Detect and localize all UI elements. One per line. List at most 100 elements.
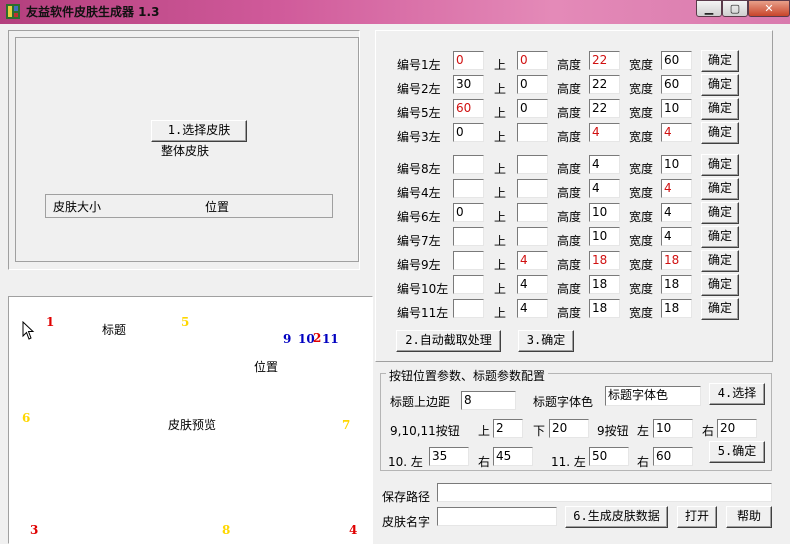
auto-capture-button[interactable]: 2.自动截取处理 — [396, 330, 501, 352]
skin-preview-label: 皮肤预览 — [168, 418, 217, 432]
row-confirm-button[interactable]: 确定 — [701, 122, 739, 144]
btn9-left-input[interactable]: 10 — [653, 419, 693, 438]
row-left-input[interactable]: 60 — [453, 99, 484, 118]
open-button[interactable]: 打开 — [677, 506, 717, 528]
row-left-input[interactable] — [453, 251, 484, 270]
confirm-3-button[interactable]: 3.确定 — [518, 330, 574, 352]
close-button[interactable]: ✕ — [748, 0, 790, 17]
row-left-input[interactable] — [453, 179, 484, 198]
row-width-input[interactable]: 4 — [661, 179, 692, 198]
row-top-label: 上 — [494, 130, 507, 144]
skin-name-label: 皮肤名字 — [382, 515, 431, 529]
minimize-button[interactable]: ▁ — [696, 0, 722, 17]
row-left-input[interactable]: 30 — [453, 75, 484, 94]
confirm-5-button[interactable]: 5.确定 — [709, 441, 765, 463]
row-height-input[interactable]: 4 — [589, 179, 620, 198]
row-width-input[interactable]: 60 — [661, 51, 692, 70]
row-left-input[interactable]: 0 — [453, 123, 484, 142]
row-height-input[interactable]: 10 — [589, 203, 620, 222]
row-confirm-button[interactable]: 确定 — [701, 274, 739, 296]
down-input[interactable]: 20 — [549, 419, 589, 438]
row-top-input[interactable]: 0 — [517, 51, 548, 70]
skin-size-table[interactable]: 皮肤大小 位置 — [45, 194, 333, 218]
row-label: 编号1左 — [397, 58, 441, 72]
skin-name-input[interactable] — [437, 507, 557, 526]
row-top-input[interactable]: 4 — [517, 275, 548, 294]
maximize-button[interactable]: ▢ — [722, 0, 748, 17]
row-width-input[interactable]: 10 — [661, 99, 692, 118]
row-height-input[interactable]: 4 — [589, 155, 620, 174]
row-width-label: 宽度 — [629, 282, 654, 296]
title-top-margin-input[interactable]: 8 — [461, 391, 516, 410]
save-path-input[interactable] — [437, 483, 772, 502]
whole-skin-label: 整体皮肤 — [161, 144, 210, 158]
btn9-right-input[interactable]: 20 — [717, 419, 757, 438]
row-width-input[interactable]: 10 — [661, 155, 692, 174]
row-top-input[interactable] — [517, 203, 548, 222]
row-height-input[interactable]: 18 — [589, 275, 620, 294]
row-confirm-button[interactable]: 确定 — [701, 178, 739, 200]
row-left-input[interactable] — [453, 275, 484, 294]
row-height-input[interactable]: 18 — [589, 251, 620, 270]
row-top-input[interactable]: 4 — [517, 251, 548, 270]
select-color-button[interactable]: 4.选择 — [709, 383, 765, 405]
generate-skin-button[interactable]: 6.生成皮肤数据 — [565, 506, 668, 528]
b11-left-input[interactable]: 50 — [589, 447, 629, 466]
row-top-input[interactable] — [517, 155, 548, 174]
title-font-color-swatch[interactable]: 标题字体色 — [605, 386, 701, 406]
row-label: 编号4左 — [397, 186, 441, 200]
row-top-input[interactable]: 0 — [517, 99, 548, 118]
b11-left-label: 11. 左 — [551, 455, 586, 469]
row-width-label: 宽度 — [629, 130, 654, 144]
row-height-input[interactable]: 18 — [589, 299, 620, 318]
row-top-input[interactable] — [517, 179, 548, 198]
b10-right-input[interactable]: 45 — [493, 447, 533, 466]
row-width-input[interactable]: 18 — [661, 299, 692, 318]
row-width-label: 宽度 — [629, 162, 654, 176]
row-height-input[interactable]: 10 — [589, 227, 620, 246]
b10-left-label: 10. 左 — [388, 455, 423, 469]
row-height-label: 高度 — [557, 234, 582, 248]
skin-preview-pane[interactable]: 1 标题 5 9 10 2 11 位置 6 皮肤预览 7 3 8 4 — [8, 296, 373, 544]
marker-9: 9 — [283, 332, 292, 346]
row-left-input[interactable]: 0 — [453, 203, 484, 222]
row-height-input[interactable]: 22 — [589, 75, 620, 94]
help-button[interactable]: 帮助 — [726, 506, 772, 528]
row-top-input[interactable]: 0 — [517, 75, 548, 94]
row-top-label: 上 — [494, 82, 507, 96]
row-height-input[interactable]: 4 — [589, 123, 620, 142]
row-height-label: 高度 — [557, 186, 582, 200]
row-top-input[interactable]: 4 — [517, 299, 548, 318]
row-confirm-button[interactable]: 确定 — [701, 298, 739, 320]
row-width-input[interactable]: 18 — [661, 251, 692, 270]
row-top-input[interactable] — [517, 227, 548, 246]
row-width-input[interactable]: 4 — [661, 123, 692, 142]
btn9-left-label: 左 — [637, 424, 650, 438]
row-left-input[interactable]: 0 — [453, 51, 484, 70]
row-confirm-button[interactable]: 确定 — [701, 226, 739, 248]
b11-right-input[interactable]: 60 — [653, 447, 693, 466]
row-confirm-button[interactable]: 确定 — [701, 74, 739, 96]
row-height-input[interactable]: 22 — [589, 99, 620, 118]
row-confirm-button[interactable]: 确定 — [701, 50, 739, 72]
row-width-label: 宽度 — [629, 82, 654, 96]
row-top-label: 上 — [494, 106, 507, 120]
row-left-input[interactable] — [453, 299, 484, 318]
row-width-input[interactable]: 18 — [661, 275, 692, 294]
row-left-input[interactable] — [453, 155, 484, 174]
up-input[interactable]: 2 — [493, 419, 523, 438]
row-top-input[interactable] — [517, 123, 548, 142]
row-width-input[interactable]: 60 — [661, 75, 692, 94]
row-confirm-button[interactable]: 确定 — [701, 98, 739, 120]
row-height-input[interactable]: 22 — [589, 51, 620, 70]
select-skin-button[interactable]: 1.选择皮肤 — [151, 120, 247, 142]
row-width-input[interactable]: 4 — [661, 227, 692, 246]
row-left-input[interactable] — [453, 227, 484, 246]
down-label: 下 — [533, 424, 546, 438]
row-confirm-button[interactable]: 确定 — [701, 154, 739, 176]
row-confirm-button[interactable]: 确定 — [701, 202, 739, 224]
b10-left-input[interactable]: 35 — [429, 447, 469, 466]
row-confirm-button[interactable]: 确定 — [701, 250, 739, 272]
row-width-label: 宽度 — [629, 58, 654, 72]
row-width-input[interactable]: 4 — [661, 203, 692, 222]
